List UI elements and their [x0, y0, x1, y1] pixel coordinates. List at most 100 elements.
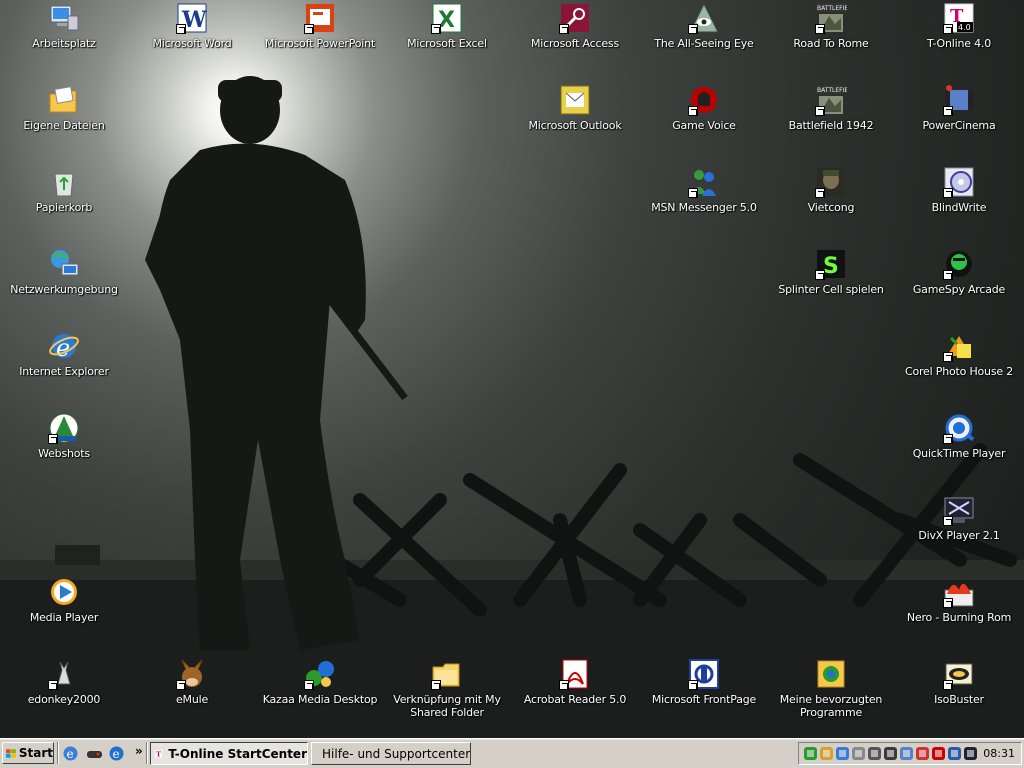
desktop-icon-webshots[interactable]: Webshots — [3, 412, 125, 460]
desktop-icon-gamevoice[interactable]: Game Voice — [643, 84, 765, 132]
network-tray-icon[interactable] — [803, 746, 818, 761]
desktop-icon-label: MSN Messenger 5.0 — [651, 201, 757, 214]
task-hilfe-supportcenter[interactable]: ? Hilfe- und Supportcenter — [311, 742, 471, 765]
desktop-icon-tonline[interactable]: T 4.0 T-Online 4.0 — [898, 2, 1020, 50]
desktop-icon-label: Eigene Dateien — [23, 119, 105, 132]
svg-text:e: e — [113, 747, 120, 761]
desktop-icon-sharedfolder[interactable]: Verknüpfung mit My Shared Folder — [386, 658, 508, 719]
desktop-icon-quicktime[interactable]: QuickTime Player — [898, 412, 1020, 460]
printer-tray-icon[interactable] — [883, 746, 898, 761]
screen-tray-icon[interactable] — [947, 746, 962, 761]
battlefield-icon: BATTLEFIELD — [815, 2, 847, 34]
ie-small-icon[interactable]: e — [108, 745, 125, 762]
tonline-icon: T — [155, 749, 163, 758]
desktop-icon-label: Meine bevorzugten Programme — [779, 693, 883, 719]
desktop-icon-label: Webshots — [38, 447, 90, 460]
system-tray: 08:31 — [798, 742, 1022, 765]
gamevoice-icon — [688, 84, 720, 116]
clock[interactable]: 08:31 — [983, 747, 1015, 760]
connection-tray-icon[interactable] — [835, 746, 850, 761]
taskbar-separator — [146, 742, 148, 764]
desktop-icon-label: DivX Player 2.1 — [918, 529, 1000, 542]
quicktime-icon — [943, 412, 975, 444]
shortcut-arrow-icon — [559, 24, 569, 34]
svg-text:S: S — [823, 254, 839, 279]
computer-icon — [48, 2, 80, 34]
svg-text:BATTLEFIELD: BATTLEFIELD — [817, 87, 847, 94]
shortcut-arrow-icon — [48, 680, 58, 690]
desktop-icon-label: Microsoft Access — [530, 37, 619, 50]
battlefield-icon: BATTLEFIELD — [815, 84, 847, 116]
desktop-icon-label: Microsoft Word — [152, 37, 232, 50]
desktop-icon-label: QuickTime Player — [912, 447, 1006, 460]
desktop-icon-gamespy[interactable]: GameSpy Arcade — [898, 248, 1020, 296]
desktop-icon-ie[interactable]: e Internet Explorer — [3, 330, 125, 378]
audio-tray-icon[interactable] — [915, 746, 930, 761]
desktop-icon-isobuster[interactable]: IsoBuster — [898, 658, 1020, 706]
desktop-icon-label: PowerCinema — [922, 119, 996, 132]
desktop-icon-nero[interactable]: Nero - Burning Rom — [898, 576, 1020, 624]
controller-icon[interactable] — [86, 745, 103, 762]
desktop-icon-acrobat[interactable]: Acrobat Reader 5.0 — [514, 658, 636, 706]
desktop-icon-powerpoint[interactable]: Microsoft PowerPoint — [259, 2, 381, 50]
task-tonline-startcenter[interactable]: T T-Online StartCenter — [150, 742, 308, 765]
shortcut-arrow-icon — [176, 24, 186, 34]
desktop-icon-excel[interactable]: X Microsoft Excel — [386, 2, 508, 50]
start-button[interactable]: Start — [2, 742, 54, 764]
desktop-icon-label: T-Online 4.0 — [926, 37, 992, 50]
acrobat-tray-icon[interactable] — [931, 746, 946, 761]
antivirus-tray-icon[interactable] — [819, 746, 834, 761]
desktop-icon-outlook[interactable]: Microsoft Outlook — [514, 84, 636, 132]
desktop-icon-mediaplayer[interactable]: Media Player — [3, 576, 125, 624]
desktop-icon-label: Corel Photo House 2 — [904, 365, 1014, 378]
shortcut-arrow-icon — [943, 434, 953, 444]
taskbar: Start e e » T T-Online StartCenter ? Hil… — [0, 738, 1024, 768]
svg-text:BATTLEFIELD: BATTLEFIELD — [817, 5, 847, 12]
desktop-icon-corel[interactable]: Corel Photo House 2 — [898, 330, 1020, 378]
desktop-icon-splintercell[interactable]: S Splinter Cell spielen — [770, 248, 892, 296]
desktop-icon-vietcong[interactable]: Vietcong — [770, 166, 892, 214]
shortcut-arrow-icon — [688, 106, 698, 116]
quicklaunch-chevron[interactable]: » — [135, 744, 143, 758]
desktop-icon-frontpage[interactable]: Microsoft FrontPage — [643, 658, 765, 706]
desktop-icon-roadtorome[interactable]: BATTLEFIELD Road To Rome — [770, 2, 892, 50]
desktop-icon-emule[interactable]: eMule — [131, 658, 253, 706]
volume-tray-icon[interactable] — [867, 746, 882, 761]
desktop-icon-label: Microsoft FrontPage — [651, 693, 757, 706]
shortcut-arrow-icon — [943, 24, 953, 34]
start-label: Start — [18, 746, 53, 760]
access-icon — [559, 2, 591, 34]
desktop-icon-msn[interactable]: MSN Messenger 5.0 — [643, 166, 765, 214]
desktop-icon-netzwerk[interactable]: Netzwerkumgebung — [3, 248, 125, 296]
shortcut-arrow-icon — [431, 680, 441, 690]
desktop-icon-access[interactable]: Microsoft Access — [514, 2, 636, 50]
soldier-icon — [815, 166, 847, 198]
media-player-icon — [48, 576, 80, 608]
desktop-icon-papierkorb[interactable]: Papierkorb — [3, 166, 125, 214]
desktop-icon-eigenedateien[interactable]: Eigene Dateien — [3, 84, 125, 132]
task-label: Hilfe- und Supportcenter — [322, 746, 471, 761]
desktop-icon-edonkey[interactable]: edonkey2000 — [3, 658, 125, 706]
monitor-tray-icon[interactable] — [851, 746, 866, 761]
desktop-icon-label: Nero - Burning Rom — [906, 611, 1012, 624]
ie-icon[interactable]: e — [62, 745, 79, 762]
desktop-icon-word[interactable]: W Microsoft Word — [131, 2, 253, 50]
desktop-icon-divx[interactable]: DivX Player 2.1 — [898, 494, 1020, 542]
desktop-icon-blindwrite[interactable]: BlindWrite — [898, 166, 1020, 214]
desktop-icon-kazaa[interactable]: Kazaa Media Desktop — [259, 658, 381, 706]
mule-icon — [176, 658, 208, 690]
favorites-icon — [815, 658, 847, 690]
desktop-icon-bf1942[interactable]: BATTLEFIELD Battlefield 1942 — [770, 84, 892, 132]
film-icon — [943, 84, 975, 116]
desktop-icon-allseeing[interactable]: The All-Seeing Eye — [643, 2, 765, 50]
desktop-icon-powercinema[interactable]: PowerCinema — [898, 84, 1020, 132]
desktop-icon-label: Media Player — [29, 611, 99, 624]
outlook-icon — [559, 84, 591, 116]
shortcut-arrow-icon — [688, 24, 698, 34]
desktop-icon-favoriten[interactable]: Meine bevorzugten Programme — [770, 658, 892, 719]
desktop-icon-arbeitsplatz[interactable]: Arbeitsplatz — [3, 2, 125, 50]
display-tray-icon[interactable] — [899, 746, 914, 761]
disc-icon — [943, 166, 975, 198]
tonline-icon: T 4.0 — [943, 2, 975, 34]
media-tray-icon[interactable] — [963, 746, 978, 761]
